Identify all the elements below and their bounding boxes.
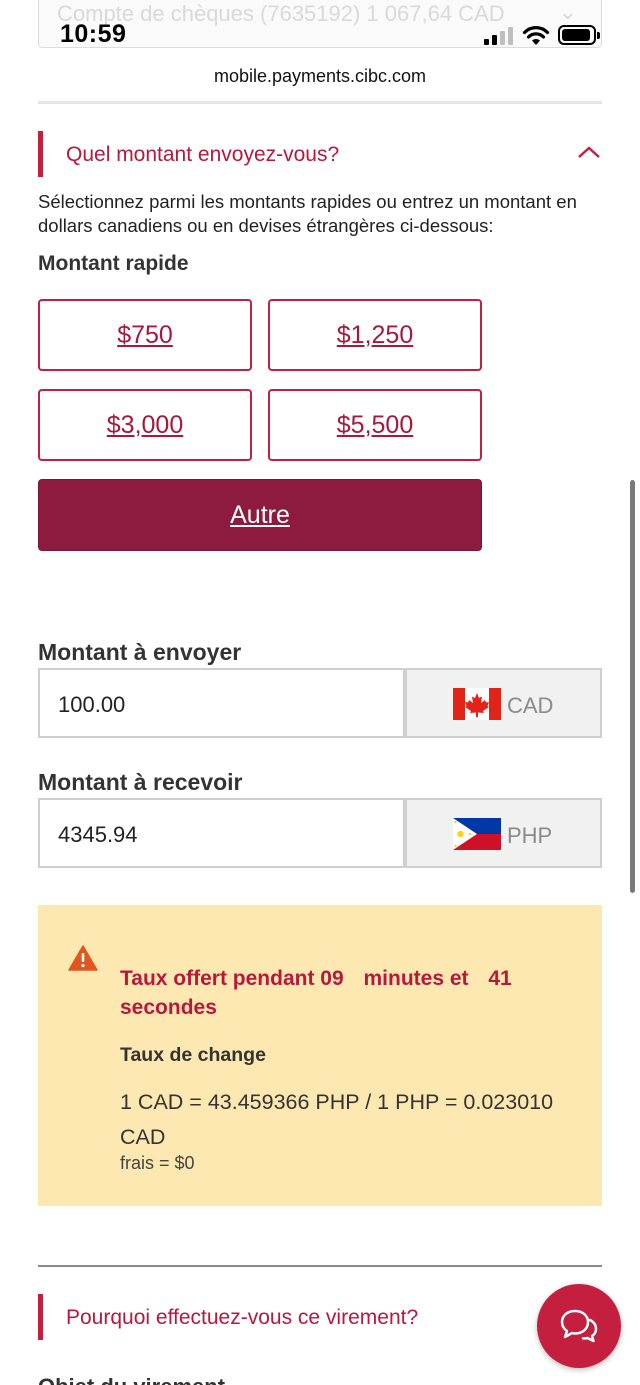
quick-amount-label: Montant rapide <box>38 252 189 275</box>
chat-bubbles-icon <box>560 1309 598 1343</box>
receive-currency-code: PHP <box>507 823 553 848</box>
timer-seconds: 41 <box>488 967 512 990</box>
receive-amount-label: Montant à recevoir <box>38 769 243 795</box>
divider <box>38 101 602 104</box>
timer-minutes: 09 <box>320 967 344 990</box>
quick-amount-1250-button[interactable]: $1,250 <box>268 299 482 371</box>
send-currency: CAD <box>405 668 602 738</box>
exchange-rate-heading: Taux de change <box>120 1044 266 1066</box>
receive-currency: PHP <box>405 798 602 868</box>
amount-section-header[interactable]: Quel montant envoyez-vous? <box>38 131 602 177</box>
chat-button[interactable] <box>537 1284 621 1368</box>
send-amount-label: Montant à envoyer <box>38 639 242 665</box>
section-accent-bar <box>38 1294 43 1340</box>
browser-url[interactable]: mobile.payments.cibc.com <box>0 66 640 102</box>
cellular-signal-icon <box>484 27 513 45</box>
purpose-section-title: Pourquoi effectuez-vous ce virement? <box>66 1306 419 1329</box>
send-amount-input[interactable]: 100.00 <box>38 668 405 738</box>
timer-seconds-label: secondes <box>120 996 217 1019</box>
status-bar: 10:59 <box>0 0 640 66</box>
canada-flag-icon <box>453 688 501 720</box>
receive-amount-input[interactable]: 4345.94 <box>38 798 405 868</box>
section-accent-bar <box>38 131 43 177</box>
chevron-up-icon[interactable] <box>576 143 602 161</box>
divider <box>38 1265 602 1267</box>
status-time: 10:59 <box>60 20 127 48</box>
warning-icon <box>68 945 98 971</box>
exchange-rate-notice: Taux offert pendant 09 minutes et 41 sec… <box>38 905 602 1206</box>
quick-amount-750-button[interactable]: $750 <box>38 299 252 371</box>
wifi-icon <box>522 26 550 45</box>
timer-minutes-label: minutes et <box>363 967 469 990</box>
amount-section-title: Quel montant envoyez-vous? <box>66 143 340 166</box>
battery-icon <box>558 25 600 45</box>
quick-amount-5500-button[interactable]: $5,500 <box>268 389 482 461</box>
purpose-section-header[interactable]: Pourquoi effectuez-vous ce virement? <box>38 1294 602 1340</box>
amount-description: Sélectionnez parmi les montants rapides … <box>38 191 577 236</box>
quick-amount-3000-button[interactable]: $3,000 <box>38 389 252 461</box>
send-amount-row: 100.00 CAD <box>38 668 602 738</box>
fee-value: frais = $0 <box>120 1153 195 1173</box>
timer-prefix: Taux offert pendant <box>120 967 315 990</box>
other-amount-button[interactable]: Autre <box>38 479 482 551</box>
receive-amount-row: 4345.94 PHP <box>38 798 602 868</box>
philippines-flag-icon <box>453 818 501 850</box>
scrollbar[interactable] <box>630 480 635 893</box>
transfer-purpose-label: Objet du virement <box>38 1374 225 1385</box>
exchange-rate-value: 1 CAD = 43.459366 PHP / 1 PHP = 0.023010… <box>120 1090 554 1149</box>
rate-timer: Taux offert pendant 09 minutes et 41 sec… <box>120 964 570 1022</box>
send-currency-code: CAD <box>507 693 554 718</box>
